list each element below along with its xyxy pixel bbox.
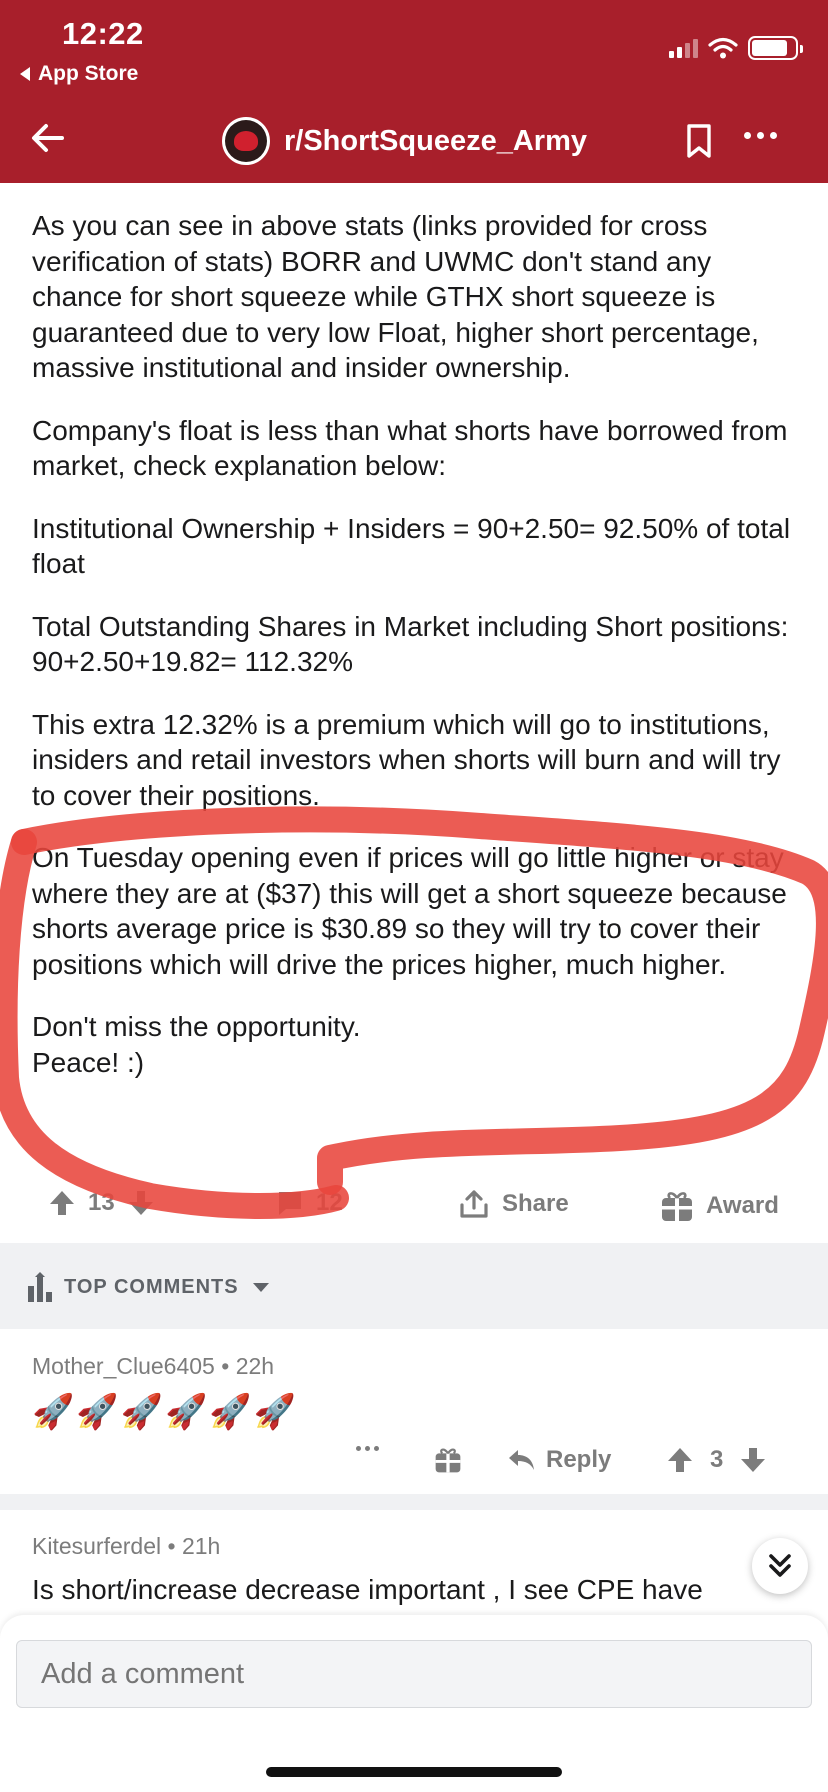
post-paragraph: This extra 12.32% is a premium which wil… bbox=[32, 708, 781, 811]
comment-meta: Kitesurferdel • 21h bbox=[32, 1533, 220, 1560]
post-action-bar: 13 12 Share Award bbox=[0, 1175, 828, 1233]
comment-vote-count: 3 bbox=[710, 1446, 724, 1473]
comment-actions: Reply 3 bbox=[0, 1440, 828, 1484]
reply-arrow-icon bbox=[509, 1450, 534, 1470]
back-triangle-icon bbox=[20, 67, 30, 81]
comment-count: 12 bbox=[316, 1189, 343, 1216]
comment-divider bbox=[0, 1494, 828, 1510]
post-paragraph: As you can see in above stats (links pro… bbox=[32, 210, 759, 383]
scroll-to-next-button[interactable] bbox=[752, 1538, 808, 1594]
cellular-signal-icon bbox=[669, 38, 698, 58]
double-chevron-down-icon bbox=[769, 1554, 791, 1577]
gift-icon bbox=[435, 1448, 461, 1473]
back-app-label: App Store bbox=[38, 62, 139, 85]
comment-vote-group: 3 bbox=[666, 1446, 767, 1474]
post-paragraph: Total Outstanding Shares in Market inclu… bbox=[32, 610, 789, 678]
subreddit-avatar bbox=[222, 117, 270, 165]
post-paragraph: Don't miss the opportunity. bbox=[32, 1011, 361, 1042]
comment-age: 21h bbox=[181, 1533, 221, 1559]
vote-group: 13 bbox=[48, 1189, 155, 1217]
status-time: 12:22 bbox=[62, 16, 144, 51]
comment-award-button[interactable] bbox=[434, 1446, 462, 1474]
upvote-icon[interactable] bbox=[48, 1189, 76, 1217]
meta-dot: • bbox=[167, 1533, 182, 1559]
comment-composer bbox=[0, 1615, 828, 1792]
comment-age: 22h bbox=[235, 1353, 275, 1379]
wifi-icon bbox=[708, 37, 738, 59]
back-arrow-icon[interactable] bbox=[28, 118, 68, 158]
gift-icon bbox=[662, 1192, 692, 1221]
share-icon bbox=[460, 1190, 488, 1218]
comments-button[interactable]: 12 bbox=[276, 1189, 343, 1217]
bookmark-icon[interactable] bbox=[683, 123, 715, 159]
share-button[interactable]: Share bbox=[458, 1189, 569, 1219]
back-to-app-link[interactable]: App Store bbox=[20, 62, 138, 86]
status-icons bbox=[669, 36, 803, 60]
reply-button[interactable]: Reply bbox=[506, 1446, 611, 1474]
comment-body: Is short/increase decrease important , I… bbox=[32, 1574, 703, 1605]
comment-body: 🚀🚀🚀🚀🚀🚀 bbox=[32, 1393, 299, 1431]
sort-label: TOP COMMENTS bbox=[64, 1275, 239, 1298]
sort-bars-icon bbox=[28, 1272, 52, 1302]
post-paragraph: On Tuesday opening even if prices will g… bbox=[32, 842, 787, 980]
upvote-icon[interactable] bbox=[666, 1446, 694, 1474]
vote-count: 13 bbox=[88, 1189, 115, 1216]
app-header: 12:22 App Store r/ShortSqueeze_Army bbox=[0, 0, 828, 183]
post-paragraph: Peace! :) bbox=[32, 1046, 145, 1078]
post-paragraph: Institutional Ownership + Insiders = 90+… bbox=[32, 512, 791, 580]
comment-author[interactable]: Kitesurferdel bbox=[32, 1533, 161, 1559]
downvote-icon[interactable] bbox=[739, 1446, 767, 1474]
chevron-down-icon bbox=[252, 1282, 269, 1292]
battery-icon bbox=[748, 36, 803, 60]
comment-author[interactable]: Mother_Clue6405 bbox=[32, 1353, 215, 1379]
subreddit-name: r/ShortSqueeze_Army bbox=[284, 124, 587, 157]
award-label: Award bbox=[706, 1192, 779, 1219]
sort-comments-dropdown[interactable]: TOP COMMENTS bbox=[26, 1272, 269, 1302]
downvote-icon[interactable] bbox=[127, 1189, 155, 1217]
comment-meta: Mother_Clue6405 • 22h bbox=[32, 1353, 274, 1380]
award-button[interactable]: Award bbox=[660, 1189, 779, 1223]
more-options-icon[interactable] bbox=[744, 132, 777, 139]
meta-dot: • bbox=[221, 1353, 236, 1379]
home-indicator[interactable] bbox=[266, 1767, 562, 1777]
share-label: Share bbox=[502, 1190, 569, 1217]
comment-bubble-icon bbox=[279, 1192, 301, 1215]
reply-label: Reply bbox=[546, 1446, 612, 1473]
subreddit-link[interactable]: r/ShortSqueeze_Army bbox=[222, 117, 587, 165]
post-body: As you can see in above stats (links pro… bbox=[32, 208, 802, 1080]
comment-more-icon[interactable] bbox=[356, 1446, 379, 1451]
post-paragraph: Company's float is less than what shorts… bbox=[32, 414, 788, 482]
add-comment-input[interactable] bbox=[16, 1640, 812, 1708]
